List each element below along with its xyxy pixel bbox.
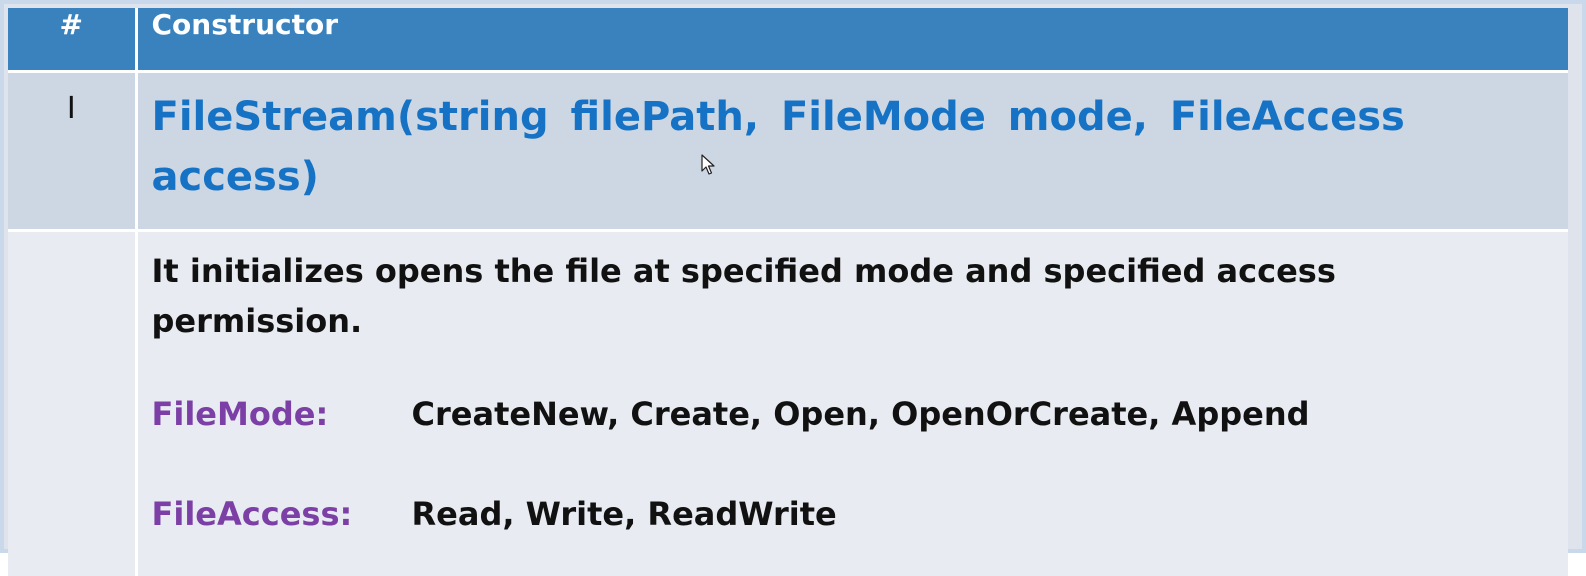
param-values: Read, Write, ReadWrite xyxy=(412,494,837,534)
constructor-table: # Constructor I FileStream(string filePa… xyxy=(8,8,1568,576)
param-values: CreateNew, Create, Open, OpenOrCreate, A… xyxy=(412,394,1310,434)
header-constructor: Constructor xyxy=(136,8,1568,72)
param-label: FileMode: xyxy=(152,394,329,434)
table-row: I FileStream(string filePath, FileMode m… xyxy=(8,72,1568,231)
param-fileaccess: FileAccess: Read, Write, ReadWrite xyxy=(152,494,1529,534)
mouse-pointer-icon xyxy=(701,154,715,176)
header-number: # xyxy=(8,8,136,72)
slide-frame: # Constructor I FileStream(string filePa… xyxy=(0,0,1586,553)
param-filemode: FileMode: CreateNew, Create, Open, OpenO… xyxy=(152,394,1529,434)
row-number-empty xyxy=(8,231,136,576)
param-label: FileAccess: xyxy=(152,494,353,534)
table-row: It initializes opens the file at specifi… xyxy=(8,231,1568,576)
table-header-row: # Constructor xyxy=(8,8,1568,72)
constructor-details: It initializes opens the file at specifi… xyxy=(136,231,1568,576)
constructor-signature: FileStream(string filePath, FileMode mod… xyxy=(136,72,1568,231)
row-number: I xyxy=(8,72,136,231)
constructor-description: It initializes opens the file at specifi… xyxy=(152,246,1529,346)
